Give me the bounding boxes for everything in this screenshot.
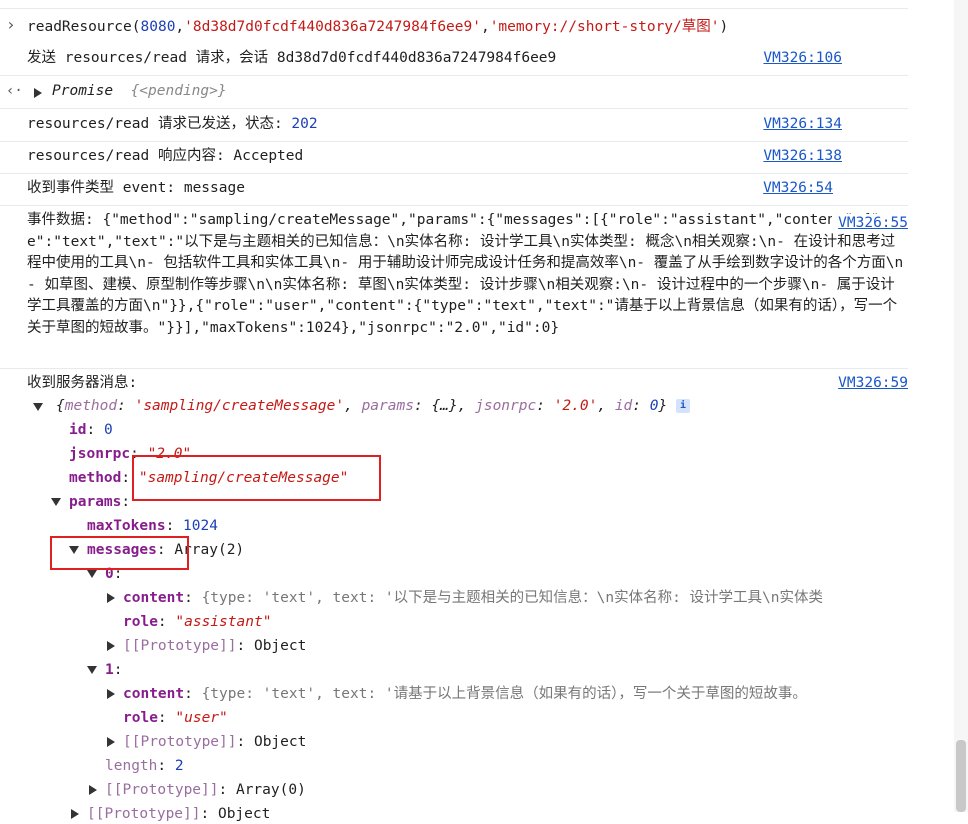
expand-triangle-icon[interactable] <box>107 641 115 651</box>
log-text: resources/read 响应内容: Accepted <box>27 148 304 164</box>
collapse-triangle-icon[interactable] <box>33 403 43 411</box>
expand-triangle-icon[interactable] <box>89 785 97 795</box>
info-icon[interactable]: i <box>675 399 690 413</box>
input-prompt-chevron-icon: › <box>6 16 16 34</box>
log-row-event-type: 收到事件类型 event: message VM326:54 <box>0 176 908 202</box>
log-row-status: resources/read 请求已发送，状态: 202 VM326:134 <box>0 112 908 138</box>
prop-length: length: 2 <box>105 758 184 774</box>
top-separator <box>0 8 908 9</box>
message-index-1[interactable]: 1: <box>105 660 122 680</box>
highlight-box-method <box>132 455 381 501</box>
collapse-triangle-icon[interactable] <box>51 498 61 506</box>
return-value-icon: ‹· <box>6 83 23 99</box>
log-text: resources/read 请求已发送，状态: 202 <box>27 116 318 132</box>
separator <box>0 173 908 174</box>
source-link[interactable]: VM326:54 <box>763 179 833 197</box>
collapse-triangle-icon[interactable] <box>87 666 97 674</box>
separator <box>0 108 908 109</box>
log-row-send-request: 发送 resources/read 请求，会话 8d38d7d0fcdf440d… <box>0 46 908 72</box>
log-text: 发送 resources/read 请求，会话 8d38d7d0fcdf440d… <box>27 50 557 66</box>
separator <box>0 141 908 142</box>
event-data-text: 事件数据: {"method":"sampling/createMessage"… <box>27 212 906 336</box>
source-link[interactable]: VM326:55 <box>832 214 908 232</box>
promise-result-row[interactable]: ‹· Promise {<pending>} <box>0 79 908 105</box>
array-prototype[interactable]: [[Prototype]]: Array(0) <box>105 780 306 800</box>
input-command: readResource(8080,'8d38d7d0fcdf440d836a7… <box>27 19 729 35</box>
expand-triangle-icon[interactable] <box>71 809 79 819</box>
highlight-box-messages <box>50 536 189 570</box>
source-link[interactable]: VM326:106 <box>763 49 842 67</box>
log-text: 收到事件类型 event: message <box>27 180 245 196</box>
message-1-role: role: "user" <box>123 710 228 726</box>
log-row-event-data: 事件数据: {"method":"sampling/createMessage"… <box>0 206 908 366</box>
object-summary[interactable]: {method: 'sampling/createMessage', param… <box>56 396 690 416</box>
log-row-server-message: 收到服务器消息: VM326:59 <box>0 372 908 396</box>
message-1-content[interactable]: content: {type: 'text', text: '请基于以上背景信息… <box>123 684 913 704</box>
expand-triangle-icon[interactable] <box>107 737 115 747</box>
prop-maxtokens: maxTokens: 1024 <box>87 518 218 534</box>
expand-triangle-icon[interactable] <box>107 593 115 603</box>
log-text: 收到服务器消息: <box>27 375 138 391</box>
message-0-prototype[interactable]: [[Prototype]]: Object <box>123 636 306 656</box>
log-row-response: resources/read 响应内容: Accepted VM326:138 <box>0 144 908 170</box>
message-0-role: role: "assistant" <box>123 614 272 630</box>
separator <box>0 75 908 76</box>
source-link[interactable]: VM326:138 <box>763 147 842 165</box>
source-link[interactable]: VM326:59 <box>838 374 908 392</box>
message-1-prototype[interactable]: [[Prototype]]: Object <box>123 732 306 752</box>
collapse-triangle-icon[interactable] <box>87 570 97 578</box>
source-link[interactable]: VM326:134 <box>763 115 842 133</box>
prop-params[interactable]: params: <box>69 492 130 512</box>
params-prototype[interactable]: [[Prototype]]: Object <box>87 804 270 824</box>
expand-triangle-icon[interactable] <box>107 689 115 699</box>
message-0-content[interactable]: content: {type: 'text', text: '以下是与主题相关的… <box>123 588 913 608</box>
prop-id: id: 0 <box>69 422 113 438</box>
console-input-row[interactable]: › readResource(8080,'8d38d7d0fcdf440d836… <box>0 16 908 38</box>
vertical-scrollbar[interactable] <box>954 0 968 812</box>
separator <box>0 368 908 369</box>
scrollbar-thumb[interactable] <box>956 740 966 812</box>
expand-triangle-icon[interactable] <box>34 88 42 98</box>
promise-value: Promise {<pending>} <box>52 83 227 99</box>
